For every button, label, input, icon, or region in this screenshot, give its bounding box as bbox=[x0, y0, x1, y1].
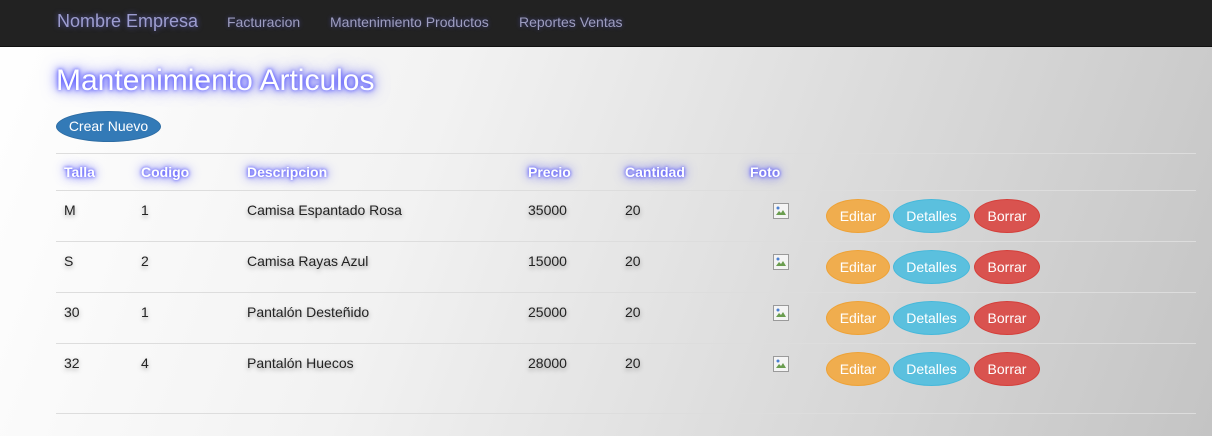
row-divider bbox=[56, 343, 1196, 344]
delete-button[interactable]: Borrar bbox=[974, 199, 1040, 233]
cell-codigo: 1 bbox=[141, 304, 149, 320]
details-button[interactable]: Detalles bbox=[893, 301, 970, 335]
edit-button[interactable]: Editar bbox=[826, 199, 890, 233]
brand-link[interactable]: Nombre Empresa bbox=[57, 11, 198, 32]
cell-talla: 32 bbox=[64, 355, 80, 371]
nav-link-mantenimiento-productos[interactable]: Mantenimiento Productos bbox=[330, 14, 489, 30]
create-new-button[interactable]: Crear Nuevo bbox=[56, 111, 161, 142]
cell-codigo: 4 bbox=[141, 355, 149, 371]
row-divider bbox=[56, 241, 1196, 242]
edit-button[interactable]: Editar bbox=[826, 301, 890, 335]
top-navbar: Nombre Empresa Facturacion Mantenimiento… bbox=[0, 0, 1212, 47]
cell-descripcion: Camisa Rayas Azul bbox=[247, 253, 369, 269]
broken-image-icon bbox=[773, 203, 789, 219]
details-button[interactable]: Detalles bbox=[893, 352, 970, 386]
page-title: Mantenimiento Articulos bbox=[56, 64, 375, 97]
broken-image-icon bbox=[773, 356, 789, 372]
cell-precio: 35000 bbox=[528, 202, 567, 218]
row-divider bbox=[56, 292, 1196, 293]
broken-image-icon bbox=[773, 254, 789, 270]
delete-button[interactable]: Borrar bbox=[974, 250, 1040, 284]
footer-divider bbox=[56, 413, 1196, 414]
header-precio: Precio bbox=[528, 164, 571, 180]
cell-descripcion: Pantalón Desteñido bbox=[247, 304, 370, 320]
delete-button[interactable]: Borrar bbox=[974, 352, 1040, 386]
cell-codigo: 2 bbox=[141, 253, 149, 269]
details-button[interactable]: Detalles bbox=[893, 250, 970, 284]
delete-button[interactable]: Borrar bbox=[974, 301, 1040, 335]
cell-codigo: 1 bbox=[141, 202, 149, 218]
edit-button[interactable]: Editar bbox=[826, 352, 890, 386]
cell-precio: 28000 bbox=[528, 355, 567, 371]
edit-button[interactable]: Editar bbox=[826, 250, 890, 284]
cell-descripcion: Camisa Espantado Rosa bbox=[247, 202, 402, 218]
nav-link-reportes-ventas[interactable]: Reportes Ventas bbox=[519, 14, 623, 30]
cell-precio: 15000 bbox=[528, 253, 567, 269]
cell-descripcion: Pantalón Huecos bbox=[247, 355, 354, 371]
cell-talla: 30 bbox=[64, 304, 80, 320]
cell-talla: S bbox=[64, 253, 74, 269]
header-divider bbox=[56, 190, 1196, 191]
nav-link-facturacion[interactable]: Facturacion bbox=[227, 14, 300, 30]
cell-precio: 25000 bbox=[528, 304, 567, 320]
header-cantidad: Cantidad bbox=[625, 164, 685, 180]
cell-cantidad: 20 bbox=[625, 202, 641, 218]
header-foto: Foto bbox=[750, 164, 781, 180]
details-button[interactable]: Detalles bbox=[893, 199, 970, 233]
cell-cantidad: 20 bbox=[625, 304, 641, 320]
header-talla: Talla bbox=[64, 164, 95, 180]
broken-image-icon bbox=[773, 305, 789, 321]
table-top-divider bbox=[56, 153, 1196, 154]
cell-talla: M bbox=[64, 202, 76, 218]
cell-cantidad: 20 bbox=[625, 355, 641, 371]
cell-cantidad: 20 bbox=[625, 253, 641, 269]
header-codigo: Codigo bbox=[141, 164, 190, 180]
header-descripcion: Descripcion bbox=[247, 164, 328, 180]
